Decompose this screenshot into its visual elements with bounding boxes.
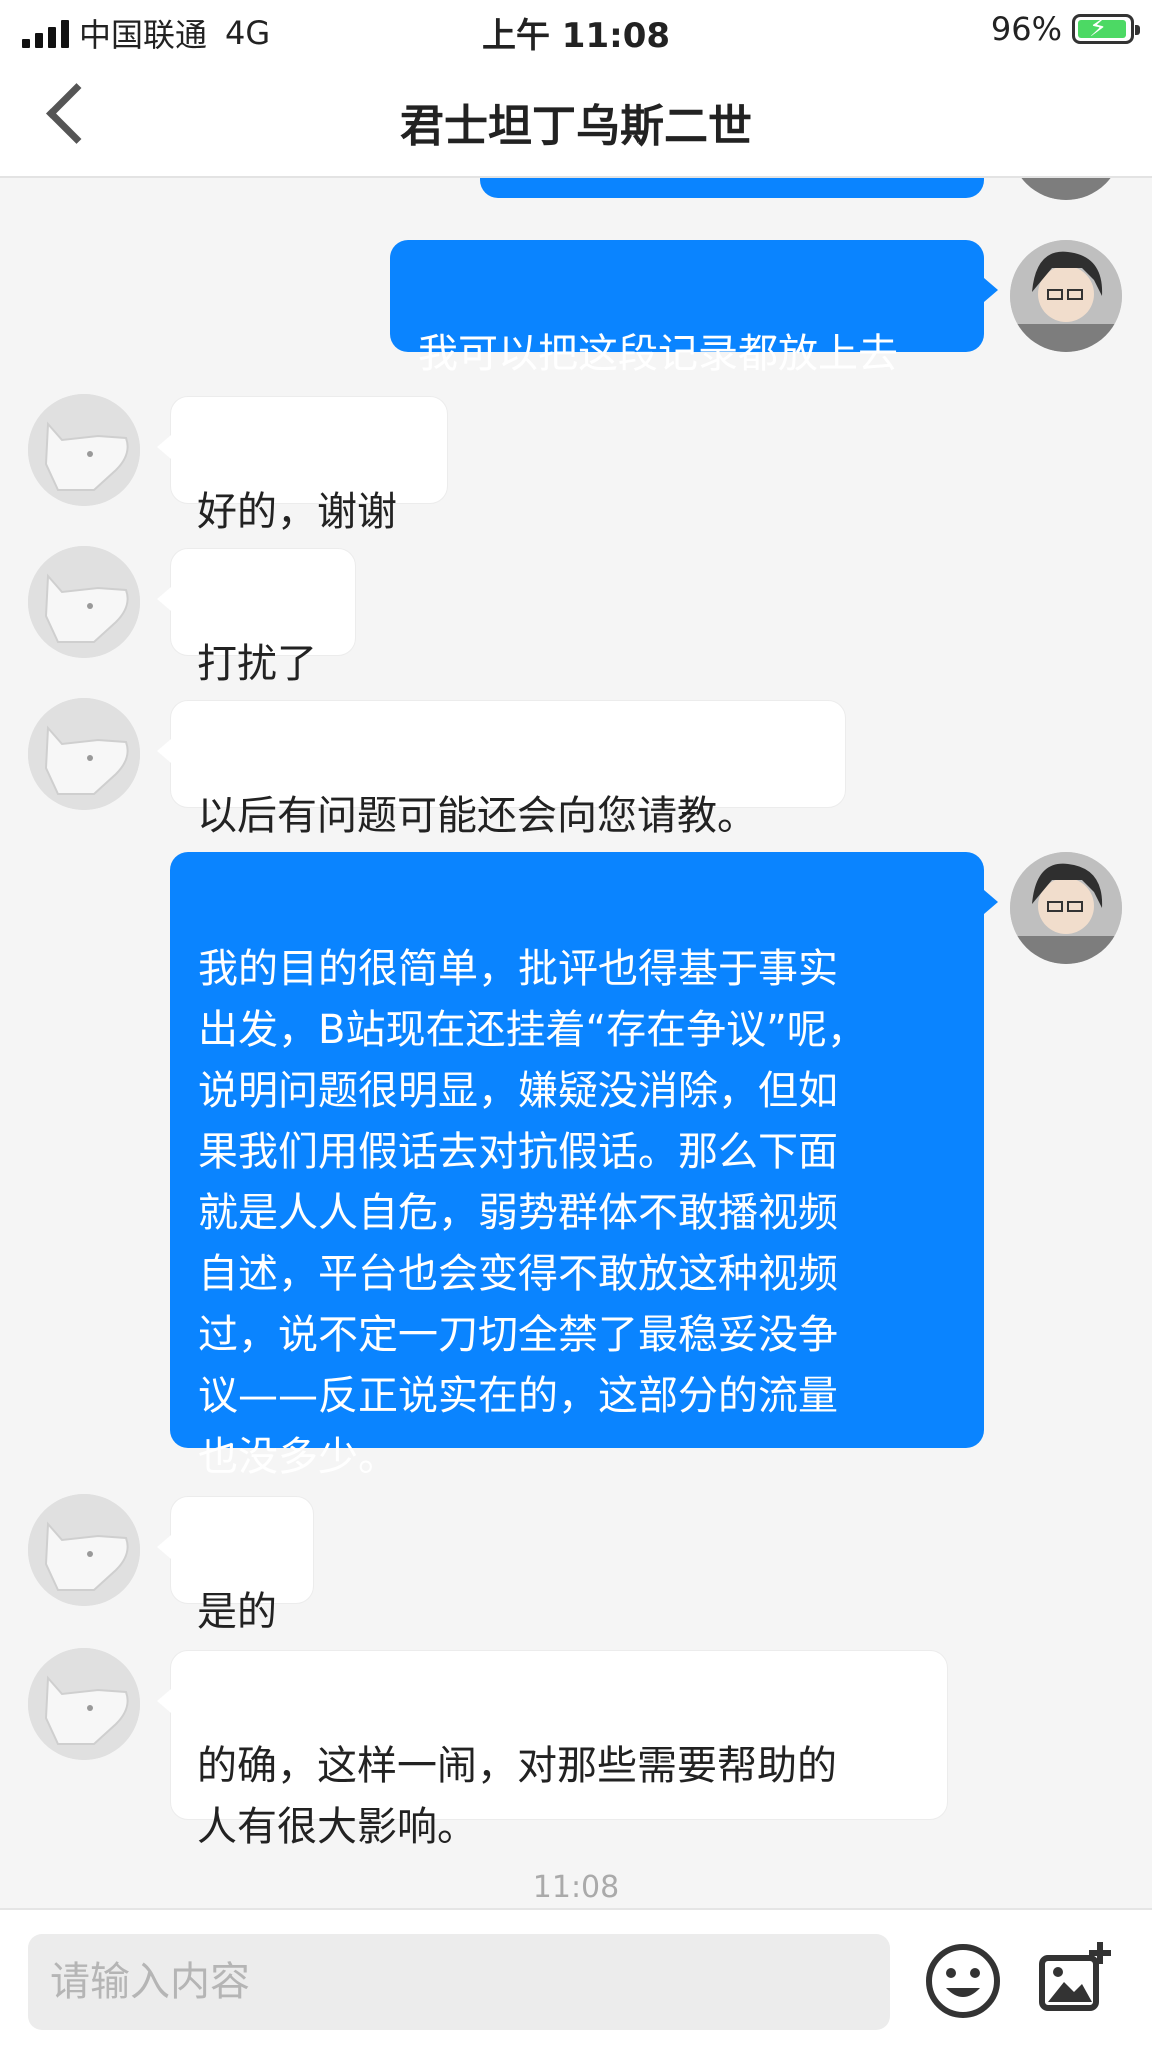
my-avatar[interactable] xyxy=(1010,240,1122,352)
contact-avatar[interactable] xyxy=(28,1494,140,1606)
message-bubble-received[interactable]: 好的，谢谢 xyxy=(157,396,448,535)
status-bar: 中国联通 4G 上午 11:08 96% ⚡ xyxy=(0,0,1152,60)
contact-avatar[interactable] xyxy=(28,546,140,658)
nav-bar: 君士坦丁乌斯二世 xyxy=(0,60,1152,178)
status-right: 96% ⚡ xyxy=(990,10,1140,48)
contact-avatar[interactable] xyxy=(28,698,140,810)
message-bubble-received[interactable]: 打扰了 xyxy=(157,548,356,687)
emoji-icon[interactable] xyxy=(918,1936,1008,2026)
input-bar xyxy=(0,1908,1152,2048)
message-bubble-received[interactable]: 以后有问题可能还会向您请教。 xyxy=(157,700,846,839)
my-avatar[interactable] xyxy=(1010,178,1122,200)
my-avatar[interactable] xyxy=(1010,852,1122,964)
chat-title: 君士坦丁乌斯二世 xyxy=(400,101,752,152)
message-bubble-received[interactable]: 是的 xyxy=(157,1496,314,1635)
contact-avatar[interactable] xyxy=(28,394,140,506)
clock: 上午 11:08 xyxy=(481,16,671,56)
message-list[interactable]: 我可以把这段记录都放上去 好的，谢谢 打扰了 以后有问题可能还会向您请教。 我的… xyxy=(0,178,1152,1908)
contact-avatar[interactable] xyxy=(28,1648,140,1760)
message-input[interactable] xyxy=(28,1934,890,2030)
message-bubble-sent[interactable] xyxy=(480,178,984,198)
message-timestamp: 11:08 xyxy=(532,1870,620,1905)
message-bubble-received[interactable]: 的确，这样一闹，对那些需要帮助的 人有很大影响。 xyxy=(157,1650,948,1850)
battery-percent: 96% xyxy=(990,10,1062,48)
battery-icon: ⚡ xyxy=(1072,13,1140,44)
message-bubble-sent[interactable]: 我可以把这段记录都放上去 xyxy=(390,240,998,377)
message-bubble-sent[interactable]: 我的目的很简单，批评也得基于事实 出发，B站现在还挂着“存在争议”呢， 说明问题… xyxy=(170,852,998,1480)
add-image-icon[interactable] xyxy=(1030,1936,1120,2026)
